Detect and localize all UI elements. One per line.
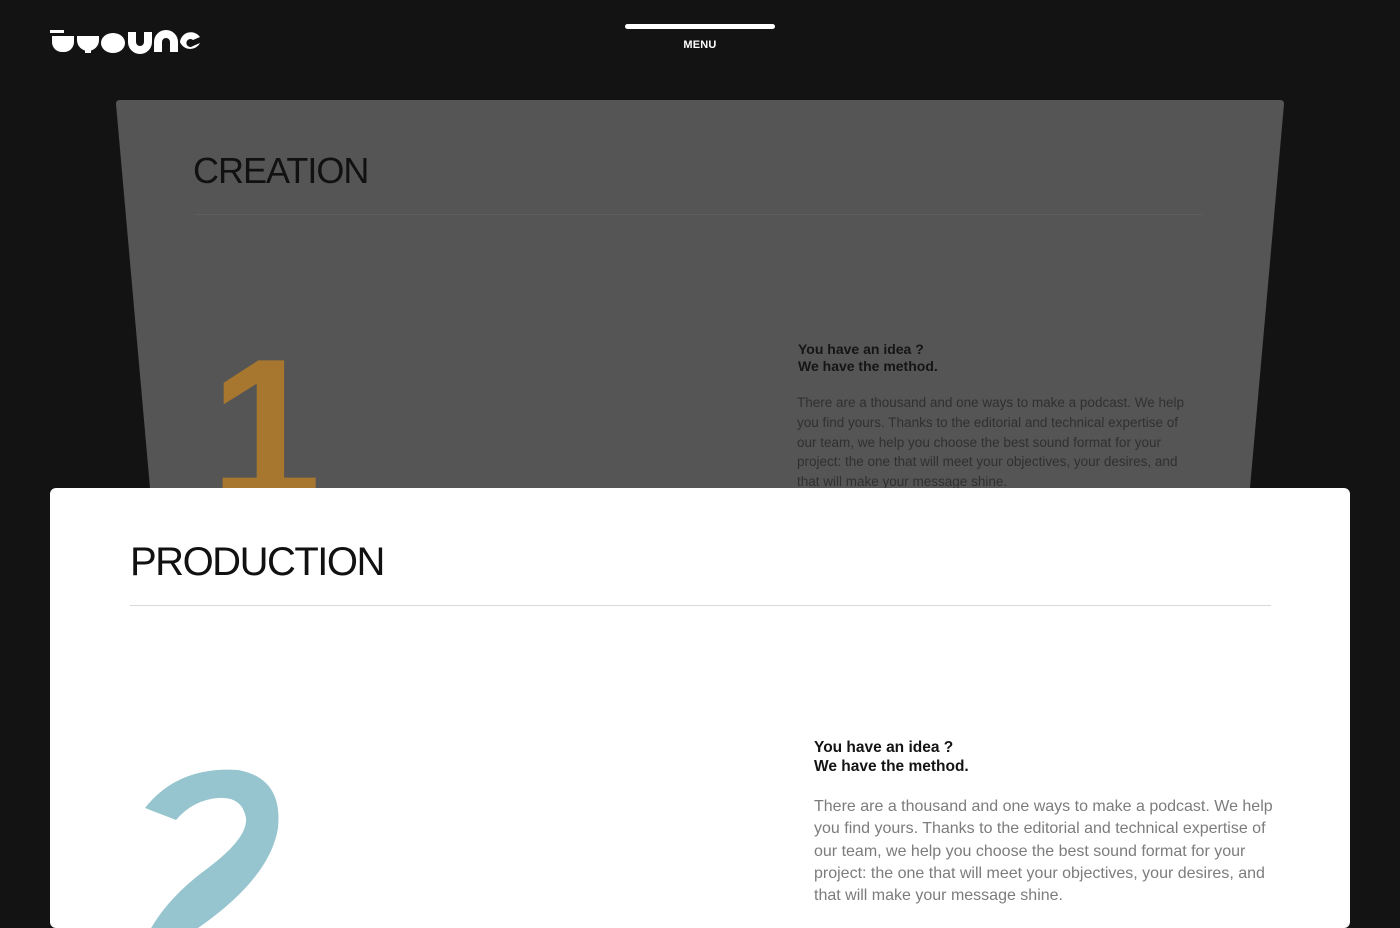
creation-card-divider bbox=[195, 214, 1203, 215]
production-card: PRODUCTION 2 You have an idea ? We have … bbox=[50, 488, 1350, 928]
production-card-title: PRODUCTION bbox=[130, 540, 385, 584]
creation-heading-line2: We have the method. bbox=[798, 358, 938, 374]
production-heading-line1: You have an idea ? bbox=[814, 739, 954, 756]
production-step-number: 2 bbox=[138, 758, 279, 928]
creation-heading-line1: You have an idea ? bbox=[798, 341, 924, 357]
production-body-text: There are a thousand and one ways to mak… bbox=[814, 798, 1273, 905]
production-step-number-text: 2 bbox=[138, 758, 139, 759]
creation-body-text: There are a thousand and one ways to mak… bbox=[797, 395, 1184, 490]
production-card-divider bbox=[130, 605, 1271, 606]
creation-card-title: CREATION bbox=[193, 150, 369, 191]
production-heading-line2: We have the method. bbox=[814, 758, 969, 775]
